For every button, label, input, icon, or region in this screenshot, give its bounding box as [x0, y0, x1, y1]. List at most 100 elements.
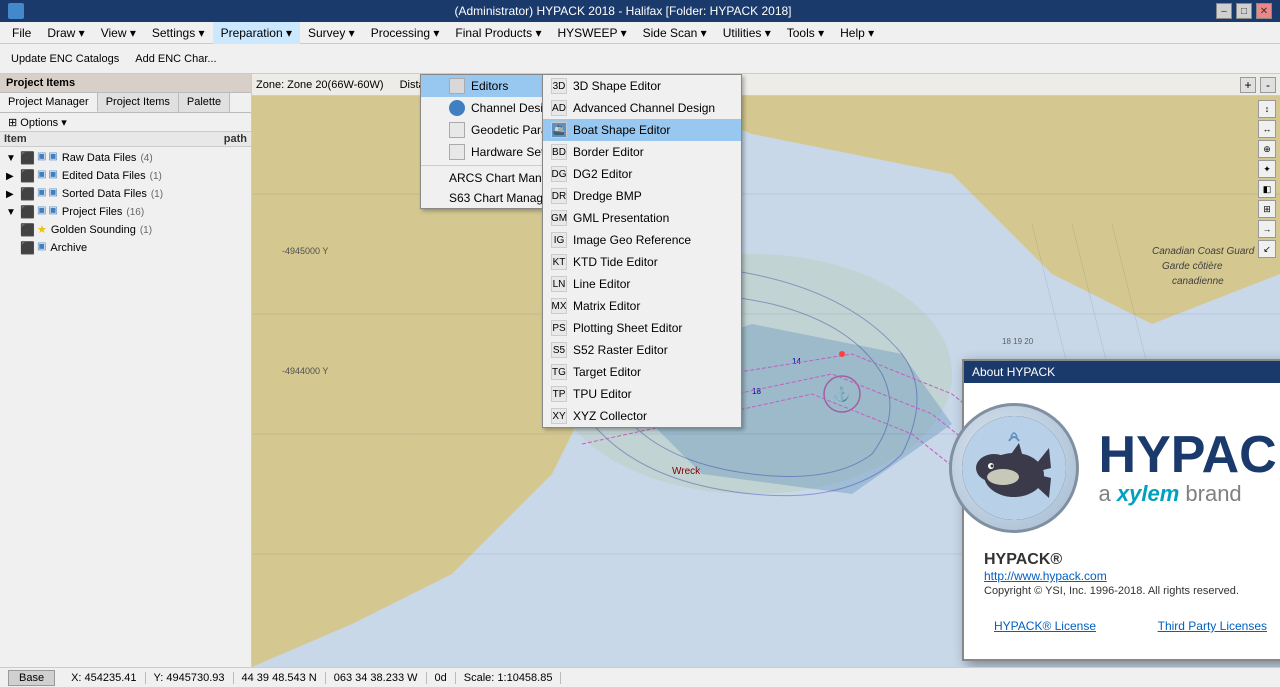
col-path: path: [224, 133, 247, 145]
hypack-website-link[interactable]: http://www.hypack.com: [984, 569, 1107, 583]
tab-project-items[interactable]: Project Items: [98, 93, 179, 112]
hypack-name: HYPACK: [1099, 429, 1280, 481]
editor-line[interactable]: LN Line Editor: [543, 273, 741, 295]
map-btn-1[interactable]: ↕: [1258, 100, 1276, 118]
menu-finalproducts[interactable]: Final Products ▾: [447, 22, 549, 44]
editor-dredge-bmp[interactable]: DR Dredge BMP: [543, 185, 741, 207]
editor-boat-shape[interactable]: 🚢 Boat Shape Editor: [543, 119, 741, 141]
map-btn-7[interactable]: →: [1258, 220, 1276, 238]
status-y: Y: 4945730.93: [146, 672, 234, 684]
menu-hysweep[interactable]: HYSWEEP ▾: [549, 22, 634, 44]
menu-survey[interactable]: Survey ▾: [300, 22, 363, 44]
map-zone: Zone: Zone 20(66W-60W): [256, 79, 384, 91]
tree-count-sorted: (1): [151, 189, 163, 200]
tab-palette[interactable]: Palette: [179, 93, 230, 112]
minimize-button[interactable]: –: [1216, 3, 1232, 19]
map-btn-6[interactable]: ⊞: [1258, 200, 1276, 218]
whale-svg: [959, 413, 1069, 523]
maximize-button[interactable]: □: [1236, 3, 1252, 19]
tab-project-manager[interactable]: Project Manager: [0, 93, 98, 112]
xylem-brand-name: xylem: [1117, 481, 1179, 506]
close-button[interactable]: ✕: [1256, 3, 1272, 19]
status-x: X: 454235.41: [63, 672, 145, 684]
star-icon-golden: ★: [37, 223, 47, 237]
map-btn-2[interactable]: ↔: [1258, 120, 1276, 138]
tree-item-sorted[interactable]: ▶ ⬛ ▣ ▣ Sorted Data Files (1): [2, 185, 249, 203]
icon-line: LN: [551, 276, 567, 292]
editor-matrix[interactable]: MX Matrix Editor: [543, 295, 741, 317]
about-buttons: HYPACK® License Third Party Licenses OK: [984, 613, 1280, 639]
editor-border[interactable]: BD Border Editor: [543, 141, 741, 163]
map-zoom-in-btn[interactable]: +: [1240, 77, 1256, 93]
third-party-link[interactable]: Third Party Licenses: [1158, 619, 1267, 633]
editor-target[interactable]: TG Target Editor: [543, 361, 741, 383]
page-icon-sorted: ▣: [37, 187, 46, 201]
menu-processing[interactable]: Processing ▾: [363, 22, 448, 44]
svg-text:18 19 20: 18 19 20: [1002, 337, 1034, 346]
editor-s52-raster[interactable]: S5 S52 Raster Editor: [543, 339, 741, 361]
options-button[interactable]: ⊞ Options ▾: [4, 116, 71, 130]
hypack-registered: HYPACK®: [984, 551, 1062, 569]
map-btn-3[interactable]: ⊕: [1258, 140, 1276, 158]
svg-text:-4945000 Y: -4945000 Y: [282, 246, 328, 256]
editors-submenu: 3D 3D Shape Editor AD Advanced Channel D…: [542, 74, 742, 428]
editor-plotting-sheet[interactable]: PS Plotting Sheet Editor: [543, 317, 741, 339]
expand-sorted: ▶: [6, 189, 16, 200]
map-btn-8[interactable]: ↙: [1258, 240, 1276, 258]
update-enc-button[interactable]: Update ENC Catalogs: [4, 47, 126, 71]
menu-help[interactable]: Help ▾: [832, 22, 882, 44]
folder-icon-project: ⬛: [20, 205, 35, 219]
page-icon-raw: ▣: [37, 151, 46, 165]
tree-label-edited: Edited Data Files: [62, 170, 146, 182]
page-icon-archive: ▣: [37, 241, 46, 255]
tree-item-archive[interactable]: ⬛ ▣ Archive: [2, 239, 249, 257]
status-lon: 063 34 38.233 W: [326, 672, 427, 684]
map-btn-5[interactable]: ◧: [1258, 180, 1276, 198]
about-title-text: About HYPACK: [972, 365, 1055, 379]
hardware-icon: [449, 144, 465, 160]
svg-text:Wreck: Wreck: [672, 466, 701, 477]
menu-settings[interactable]: Settings ▾: [144, 22, 213, 44]
expand-edited: ▶: [6, 171, 16, 182]
editor-dg2[interactable]: DG DG2 Editor: [543, 163, 741, 185]
tree-item-edited[interactable]: ▶ ⬛ ▣ ▣ Edited Data Files (1): [2, 167, 249, 185]
menu-utilities[interactable]: Utilities ▾: [715, 22, 779, 44]
map-btn-4[interactable]: ✦: [1258, 160, 1276, 178]
menu-sidescan[interactable]: Side Scan ▾: [635, 22, 715, 44]
editor-tpu[interactable]: TP TPU Editor: [543, 383, 741, 405]
editor-advanced-channel[interactable]: AD Advanced Channel Design: [543, 97, 741, 119]
svg-text:Garde côtière: Garde côtière: [1162, 261, 1223, 272]
tree-item-project[interactable]: ▼ ⬛ ▣ ▣ Project Files (16): [2, 203, 249, 221]
icon-gml: GM: [551, 210, 567, 226]
tree-item-golden[interactable]: ⬛ ★ Golden Sounding (1): [2, 221, 249, 239]
menu-file[interactable]: File: [4, 22, 39, 44]
folder-icon-golden: ⬛: [20, 223, 35, 237]
map-info-bar: Zone: Zone 20(66W-60W) Distance Unit: Me…: [252, 74, 1280, 96]
map-area[interactable]: ⚓ 12 15 18 14 16 -4945000 Y -4944000 Y W…: [252, 74, 1280, 667]
tree-item-raw[interactable]: ▼ ⬛ ▣ ▣ Raw Data Files (4): [2, 149, 249, 167]
map-zoom-out-btn[interactable]: -: [1260, 77, 1276, 93]
svg-text:canadienne: canadienne: [1172, 276, 1224, 287]
folder-icon-edited: ⬛: [20, 169, 35, 183]
menu-tools[interactable]: Tools ▾: [779, 22, 832, 44]
page-icon-edited2: ▣: [48, 169, 57, 183]
editor-3dshape[interactable]: 3D 3D Shape Editor: [543, 75, 741, 97]
svg-text:14: 14: [792, 357, 801, 366]
icon-border: BD: [551, 144, 567, 160]
add-enc-button[interactable]: Add ENC Char...: [128, 47, 223, 71]
icon-target: TG: [551, 364, 567, 380]
editor-xyz[interactable]: XY XYZ Collector: [543, 405, 741, 427]
menu-draw[interactable]: Draw ▾: [39, 22, 92, 44]
folder-icon-archive: ⬛: [20, 241, 35, 255]
menu-view[interactable]: View ▾: [93, 22, 144, 44]
copyright-text: Copyright © YSI, Inc. 1996-2018. All rig…: [984, 585, 1280, 597]
editor-image-geo[interactable]: IG Image Geo Reference: [543, 229, 741, 251]
editor-gml[interactable]: GM GML Presentation: [543, 207, 741, 229]
menu-preparation[interactable]: Preparation ▾: [213, 22, 300, 44]
project-items-header: Project Items: [0, 74, 251, 93]
editor-ktd-tide[interactable]: KT KTD Tide Editor: [543, 251, 741, 273]
status-base-tab[interactable]: Base: [8, 670, 55, 686]
folder-icon-sorted: ⬛: [20, 187, 35, 201]
hypack-license-link[interactable]: HYPACK® License: [994, 619, 1096, 633]
icon-image-geo: IG: [551, 232, 567, 248]
